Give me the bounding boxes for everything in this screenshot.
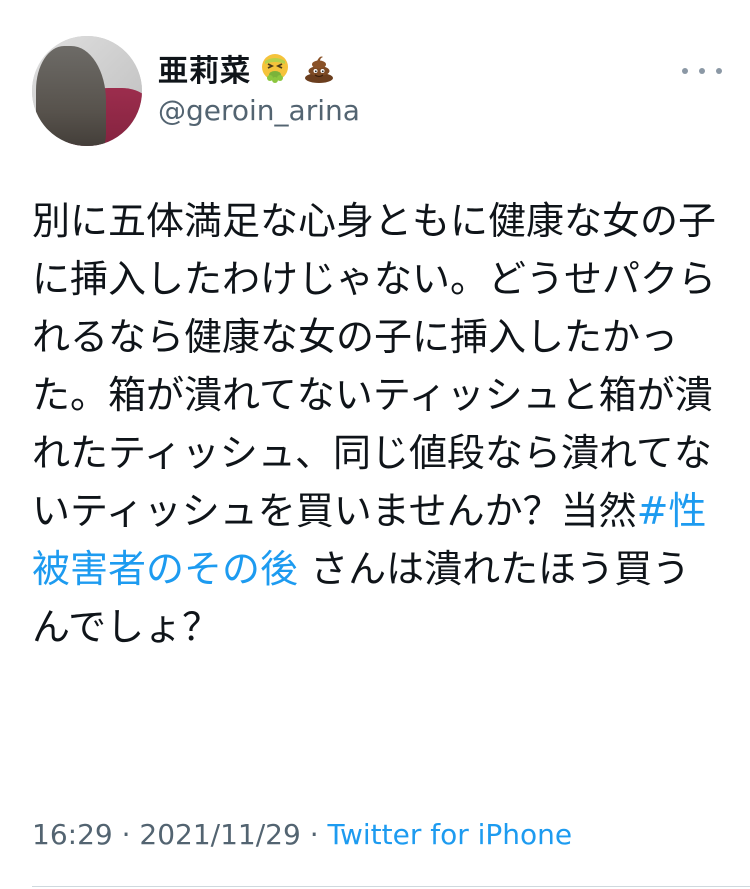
nauseated-face-emoji-icon (262, 54, 288, 83)
pile-of-poo-icon (305, 56, 333, 83)
tweet-time[interactable]: 16:29 (32, 818, 113, 851)
meta-separator: · (112, 818, 140, 851)
tweet: 亜莉菜 @geroin_arina 別に五体満足な心身ともに健康な女の子に挿入し… (0, 0, 750, 889)
tweet-source-link[interactable]: Twitter for iPhone (328, 818, 573, 851)
display-name[interactable]: 亜莉菜 (158, 46, 251, 90)
tweet-text: 別に五体満足な心身ともに健康な女の子に挿入したわけじゃない。どうせパクられるなら… (32, 192, 722, 656)
tweet-text-part1: 別に五体満足な心身ともに健康な女の子に挿入したわけじゃない。どうせパクられるなら… (32, 199, 717, 533)
author-names[interactable]: 亜莉菜 @geroin_arina (158, 46, 360, 127)
tweet-header: 亜莉菜 @geroin_arina (32, 36, 722, 148)
more-options-icon[interactable] (682, 64, 722, 78)
divider (32, 886, 750, 887)
avatar[interactable] (32, 36, 142, 146)
display-name-row: 亜莉菜 (158, 46, 360, 90)
tweet-date[interactable]: 2021/11/29 (139, 818, 300, 851)
tweet-metadata: 16:29 · 2021/11/29 · Twitter for iPhone (32, 818, 572, 851)
meta-separator: · (300, 818, 328, 851)
author-handle[interactable]: @geroin_arina (158, 94, 360, 127)
